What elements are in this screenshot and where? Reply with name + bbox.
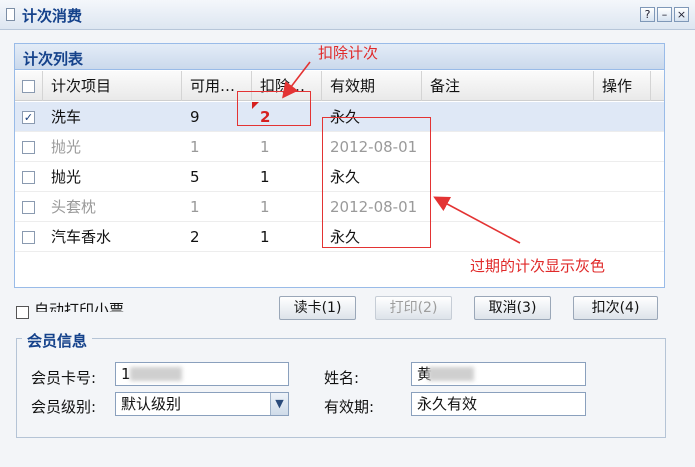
- cancel-button[interactable]: 取消(3): [474, 296, 551, 320]
- expiry-value: 永久有效: [417, 395, 478, 413]
- annotation-expired-arrow: [433, 196, 521, 244]
- redaction-blur: [428, 367, 474, 381]
- name-field[interactable]: 黄: [411, 362, 586, 386]
- print-button[interactable]: 打印(2): [375, 296, 452, 320]
- member-level-value: 默认级别: [121, 395, 182, 413]
- card-number-field[interactable]: 1: [115, 362, 289, 386]
- deduct-count-button[interactable]: 扣次(4): [573, 296, 658, 320]
- member-level-label: 会员级别:: [31, 398, 97, 416]
- read-card-button[interactable]: 读卡(1): [279, 296, 356, 320]
- auto-print-checkbox[interactable]: [16, 306, 29, 319]
- member-info-group: [16, 338, 666, 438]
- member-info-legend: 会员信息: [22, 330, 93, 351]
- auto-print-label: 自动打印小票: [34, 301, 125, 312]
- member-level-select[interactable]: 默认级别 ▼: [115, 392, 289, 416]
- card-number-label: 会员卡号:: [31, 369, 97, 387]
- expiry-label: 有效期:: [324, 398, 375, 416]
- name-label: 姓名:: [324, 369, 360, 387]
- chevron-down-icon[interactable]: ▼: [270, 393, 288, 415]
- redaction-blur: [130, 367, 182, 381]
- expiry-field[interactable]: 永久有效: [411, 392, 586, 416]
- annotation-deduct-arrow: [282, 61, 311, 99]
